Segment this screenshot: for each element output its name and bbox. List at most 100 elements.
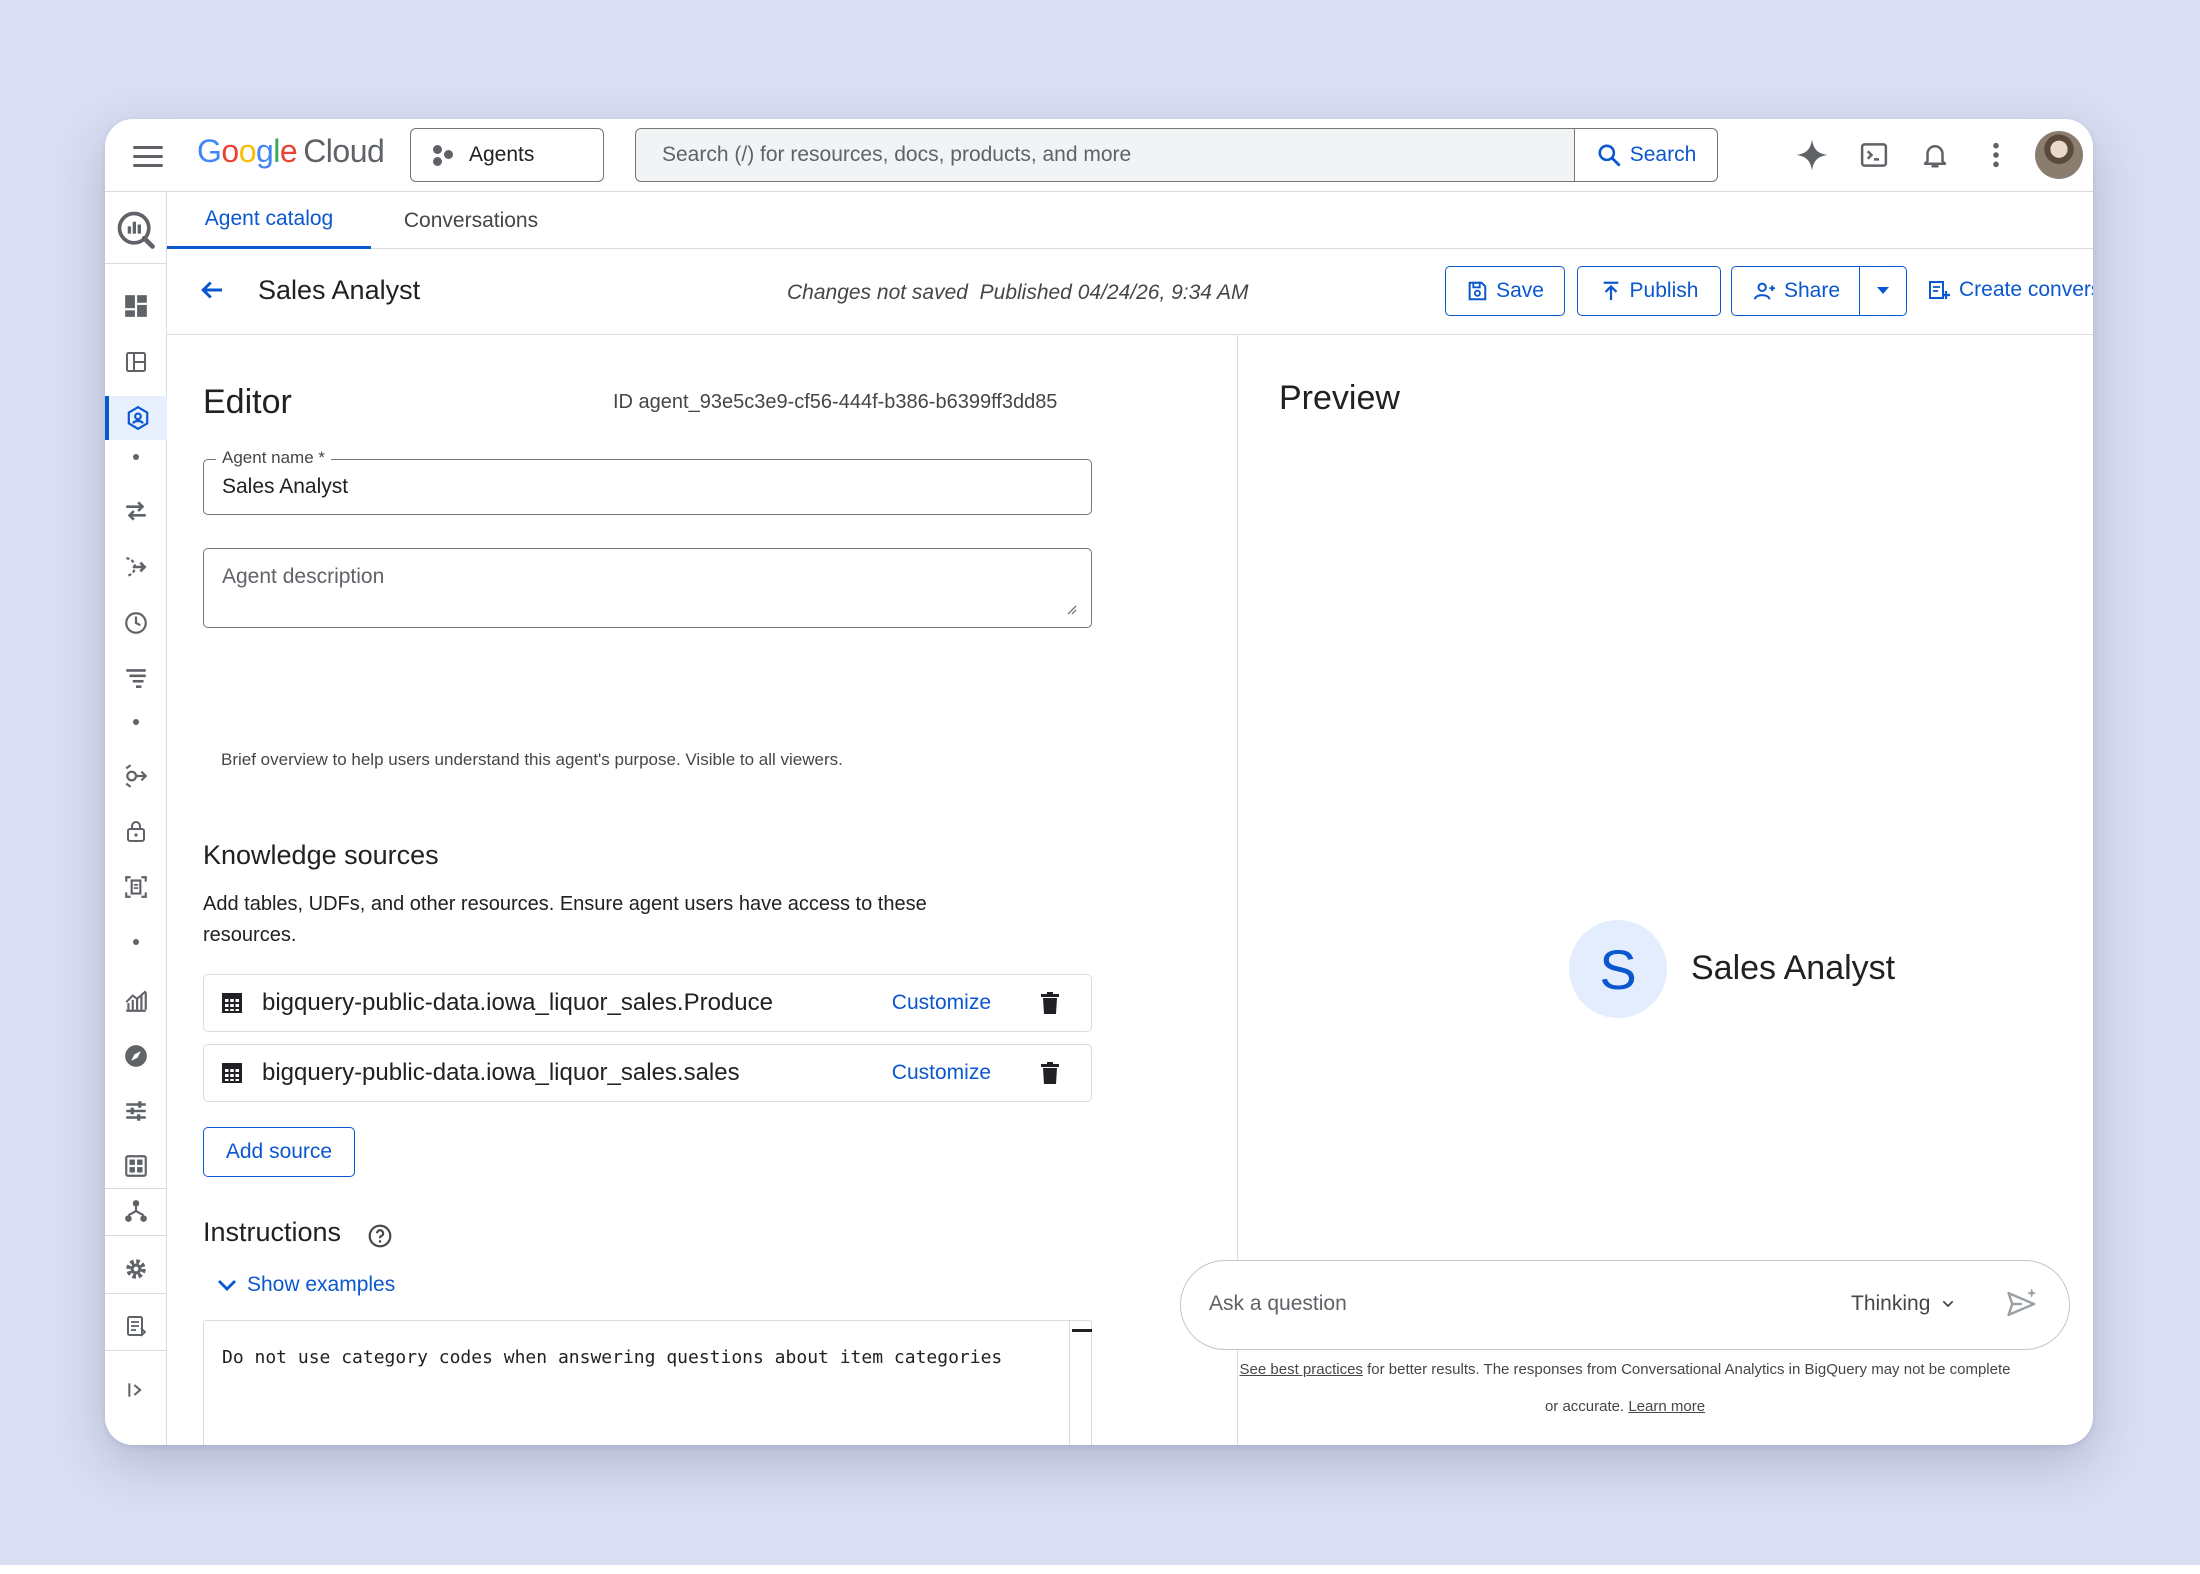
thinking-mode-label: Thinking [1851, 1292, 1931, 1315]
delete-trash-icon[interactable] [1039, 991, 1061, 1015]
hierarchy-icon[interactable] [105, 1191, 167, 1231]
user-avatar[interactable] [2035, 131, 2083, 179]
publish-label: Publish [1629, 279, 1699, 302]
share-dropdown-button[interactable] [1859, 266, 1907, 316]
more-vert-icon[interactable] [1978, 137, 2014, 173]
arrow-drop-down-icon [1877, 287, 1889, 294]
cloud-shell-icon[interactable] [1856, 137, 1892, 173]
create-conversation-link[interactable]: Create conversation [1927, 278, 2093, 302]
description-hint: Brief overview to help users understand … [221, 750, 843, 769]
data-sharing-icon[interactable] [105, 756, 167, 796]
instructions-editor[interactable]: Do not use category codes when answering… [203, 1320, 1092, 1445]
resize-handle-icon [1067, 605, 1077, 615]
search-icon [1598, 144, 1620, 167]
show-examples-toggle[interactable]: Show examples [215, 1273, 395, 1297]
show-examples-label: Show examples [247, 1273, 396, 1296]
save-icon [1468, 281, 1487, 301]
agent-id: ID agent_93e5c3e9-cf56-444f-b386-b6399ff… [613, 391, 1058, 413]
thinking-mode-select[interactable]: Thinking [1851, 1292, 1956, 1316]
bottom-strip [0, 1565, 2200, 1574]
reservations-grid-icon[interactable] [105, 1146, 167, 1186]
agent-name-label: Agent name * [216, 448, 332, 468]
editor-scrollbar[interactable] [1069, 1321, 1092, 1445]
pipelines-icon[interactable] [105, 547, 167, 587]
search-button-label: Search [1629, 143, 1697, 166]
bigquery-logo-icon[interactable] [105, 204, 167, 256]
expand-rail-icon[interactable] [105, 1370, 167, 1410]
monitoring-chart-icon[interactable] [105, 981, 167, 1021]
google-cloud-logo[interactable]: Google Cloud [197, 133, 385, 170]
ask-question-box[interactable]: Ask a question Thinking [1180, 1260, 2070, 1350]
knowledge-source-row: bigquery-public-data.iowa_liquor_sales.P… [203, 974, 1092, 1032]
editor-title: Editor [203, 383, 292, 421]
tab-bar: Agent catalog Conversations [167, 192, 2093, 249]
agent-description-placeholder: Agent description [222, 565, 385, 588]
logo-google: Google [197, 133, 298, 169]
settings-gear-icon[interactable] [105, 1249, 167, 1289]
save-label: Save [1496, 279, 1544, 302]
publish-upload-icon [1603, 281, 1618, 301]
person-add-icon [1753, 282, 1775, 300]
workflows-icon[interactable] [105, 658, 167, 698]
save-status: Changes not saved Published 04/24/26, 9:… [787, 281, 1249, 304]
instructions-title: Instructions [203, 1217, 342, 1247]
agent-name-field[interactable]: Agent name * Sales Analyst [203, 448, 1092, 515]
knowledge-sources-title: Knowledge sources [203, 840, 439, 870]
agents-label: Agents [469, 143, 535, 166]
search-button[interactable]: Search [1574, 129, 1717, 181]
best-practices-link[interactable]: See best practices [1240, 1361, 1363, 1378]
policy-lock-icon[interactable] [105, 811, 167, 851]
scheduled-queries-icon[interactable] [105, 603, 167, 643]
rail-divider [105, 1235, 167, 1236]
agent-avatar: S [1569, 920, 1667, 1018]
delete-trash-icon[interactable] [1039, 1061, 1061, 1085]
tab-agent-catalog[interactable]: Agent catalog [167, 192, 371, 249]
tab-conversations[interactable]: Conversations [391, 192, 551, 249]
settings-sliders-icon[interactable] [105, 1091, 167, 1131]
learn-more-link[interactable]: Learn more [1628, 1398, 1705, 1415]
table-icon [222, 993, 242, 1013]
top-bar: Google Cloud Agents Search (/) for resour… [105, 119, 2093, 192]
add-source-button[interactable]: Add source [203, 1127, 355, 1177]
rail-dot [133, 454, 139, 460]
main-menu-icon[interactable] [131, 142, 165, 170]
explore-compass-icon[interactable] [105, 1036, 167, 1076]
rail-divider [105, 1350, 167, 1351]
post-add-icon [1929, 281, 1950, 299]
share-button[interactable]: Share [1731, 266, 1861, 316]
source-name: bigquery-public-data.iowa_liquor_sales.s… [262, 1059, 740, 1086]
create-conversation-label: Create conversation [1959, 278, 2093, 301]
studio-icon[interactable] [105, 342, 167, 382]
table-icon [222, 1063, 242, 1083]
release-notes-icon[interactable] [105, 1306, 167, 1346]
notifications-bell-icon[interactable] [1917, 137, 1953, 173]
data-transfers-icon[interactable] [105, 491, 167, 531]
customize-button[interactable]: Customize [892, 1061, 991, 1085]
data-catalog-icon[interactable] [105, 867, 167, 907]
customize-button[interactable]: Customize [892, 991, 991, 1015]
rail-divider [105, 1293, 167, 1294]
ask-question-input[interactable]: Ask a question [1209, 1292, 1347, 1316]
disclaimer-text-2: or accurate. [1544, 1398, 1629, 1415]
editor-panel: Editor ID agent_93e5c3e9-cf56-444f-b386-… [167, 335, 1238, 1445]
save-button[interactable]: Save [1445, 266, 1565, 316]
send-icon[interactable] [2005, 1287, 2039, 1321]
agents-nav-icon[interactable] [105, 396, 167, 440]
preview-agent-name: Sales Analyst [1691, 949, 1896, 987]
agents-icon [431, 143, 455, 167]
agent-description-field[interactable]: Agent description [203, 548, 1092, 628]
search-bar: Search (/) for resources, docs, products… [635, 128, 1718, 182]
rail-divider [105, 1188, 167, 1189]
agent-header: Sales Analyst Changes not saved Publishe… [167, 249, 2093, 335]
app-window: Google Cloud Agents Search (/) for resour… [105, 119, 2093, 1445]
disclaimer-line-1: See best practices for better results. T… [1175, 1361, 2075, 1378]
search-input[interactable]: Search (/) for resources, docs, products… [636, 143, 1574, 167]
back-arrow-icon[interactable] [197, 275, 231, 309]
gemini-sparkle-icon[interactable] [1794, 137, 1830, 173]
help-circle-icon[interactable] [367, 1223, 393, 1249]
publish-button[interactable]: Publish [1577, 266, 1721, 316]
project-picker-button[interactable]: Agents [410, 128, 604, 182]
disclaimer-line-2: or accurate. Learn more [1175, 1398, 2075, 1415]
dashboard-icon[interactable] [105, 286, 167, 326]
rail-divider [105, 263, 167, 264]
